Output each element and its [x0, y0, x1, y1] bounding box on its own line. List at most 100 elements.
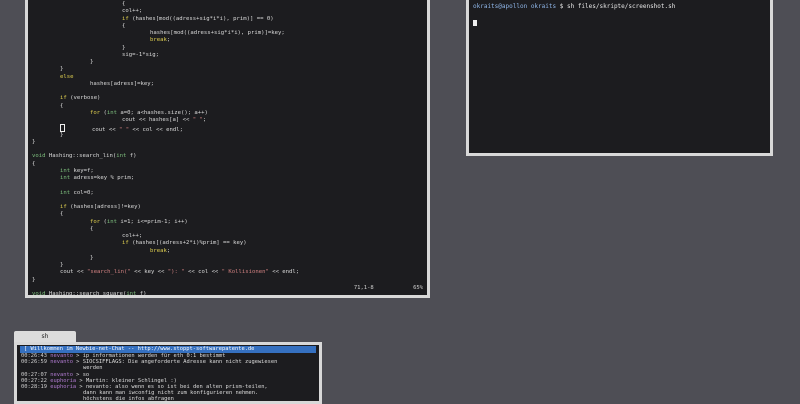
code-token: if — [60, 95, 67, 102]
terminal-command: sh files/skripte/screenshot.sh — [566, 3, 676, 10]
code-token: } — [32, 276, 36, 283]
code-line: { — [32, 23, 427, 30]
code-token: " " — [192, 117, 203, 123]
code-token: col++; — [122, 233, 143, 239]
message-text: so — [82, 371, 90, 378]
code-token: key=f; — [70, 167, 94, 174]
code-token: break — [150, 247, 167, 254]
code-line: cout << "search_lin(" << key << "): " <<… — [32, 269, 427, 276]
code-line: if (verbose) — [32, 95, 427, 102]
code-token: f) — [136, 291, 147, 297]
code-token: ; — [166, 37, 171, 44]
code-token: hashes[adress]=key; — [90, 80, 154, 87]
code-token: else — [60, 73, 74, 80]
code-area[interactable]: {col++; if (hashes[mod((adress+sig*i*i), … — [28, 0, 427, 297]
code-token: { — [32, 160, 36, 167]
code-line: hashes[mod((adress+sig*i*i), prim)]=key; — [32, 30, 427, 37]
code-token: { — [122, 22, 126, 29]
prompt-symbol: $ — [559, 3, 564, 10]
message-nick: nevanto — [50, 371, 73, 378]
code-line: if (hashes[(adress+2*i)%prim] == key) — [32, 240, 427, 247]
code-line: { — [32, 161, 427, 168]
code-token: } — [60, 262, 64, 268]
message-text: SIOCSIFFLAGS: Die angeforderte Adresse k… — [82, 359, 278, 366]
code-line: cout << " " << col << endl; — [32, 124, 427, 134]
code-line: } — [32, 59, 427, 66]
message-text: höchstens die infos abfragen — [83, 396, 174, 403]
chat-tab[interactable]: sh — [14, 331, 76, 342]
code-line: hashes[adress]=key; — [32, 81, 427, 88]
code-token: col++; — [122, 8, 143, 15]
code-token: i=1; i<=prim-1; i++) — [116, 218, 188, 225]
code-token: adress=key % prim; — [70, 175, 135, 181]
code-token: " " — [118, 127, 130, 134]
code-line: break; — [32, 37, 427, 44]
code-token: "): " — [167, 269, 185, 276]
code-token: } — [60, 66, 64, 73]
code-line: int adress=key % prim; — [32, 175, 427, 182]
code-token: } — [60, 131, 64, 138]
message-nick: euphoria — [50, 384, 77, 391]
terminal-cursor — [473, 20, 477, 26]
code-token: "search_lin(" — [86, 269, 131, 276]
code-line: void Hashing::search_square(int f) — [32, 291, 427, 297]
code-line: cout << hashes[a] << " "; — [32, 117, 427, 124]
message-text: dann kann man iwconfig nicht zum konfigu… — [83, 390, 259, 397]
code-token: (hashes[adress]!=key) — [66, 204, 141, 210]
code-line: } — [32, 255, 427, 262]
code-line: { — [32, 103, 427, 110]
code-token: { — [90, 225, 94, 232]
message-time: 00:28:19 — [21, 384, 47, 391]
code-line: void Hashing::search_lin(int f) — [32, 153, 427, 160]
code-line: { — [32, 211, 427, 218]
code-line: int col=0; — [32, 190, 427, 197]
code-token: sig=-1*sig; — [122, 51, 160, 58]
code-token: void — [32, 291, 46, 297]
code-token: << col << — [184, 269, 222, 276]
code-token: ( — [100, 218, 107, 225]
code-line: int key=f; — [32, 168, 427, 175]
chat-window[interactable]: [ Willkommen im Newbie-net-Chat -- http:… — [14, 342, 322, 404]
code-token: (hashes[mod((adress+sig*i*i), prim)] == … — [128, 15, 274, 22]
terminal-window[interactable]: okraits@apollon okraits $ sh files/skrip… — [466, 0, 773, 156]
code-token: (verbose) — [66, 95, 101, 102]
code-token: Hashing::search_lin( — [45, 153, 117, 160]
code-line: } — [32, 277, 427, 284]
code-token: col=0; — [70, 189, 94, 196]
code-token: ( — [100, 109, 107, 116]
message-text: werden — [83, 365, 103, 372]
message-time: 00:27:07 — [21, 371, 47, 378]
code-token: int — [116, 153, 127, 160]
code-line: break; — [32, 248, 427, 255]
code-line: col++; — [32, 233, 427, 240]
code-token: hashes[mod((adress+sig*i*i), prim)]=key; — [150, 30, 285, 36]
terminal-prompt-line: okraits@apollon okraits $ sh files/skrip… — [469, 0, 770, 13]
code-token: int — [106, 218, 117, 225]
message-nick: nevanto — [50, 359, 73, 366]
code-token: } — [122, 44, 126, 51]
code-line: if (hashes[adress]!=key) — [32, 204, 427, 211]
code-token: " Kollisionen" — [221, 269, 269, 276]
code-line: } — [32, 66, 427, 73]
code-token: break — [150, 37, 167, 44]
code-line: for (int i=1; i<=prim-1; i++) — [32, 219, 427, 226]
editor-window[interactable]: {col++; if (hashes[mod((adress+sig*i*i), … — [25, 0, 430, 298]
code-token: if — [122, 15, 129, 22]
code-token: int — [106, 109, 117, 116]
editor-status-bar: 71,1-8 65% — [318, 285, 423, 291]
message-time: 00:26:43 — [21, 353, 47, 359]
code-token: cout << — [92, 127, 119, 134]
code-token: for — [90, 218, 101, 225]
code-token: int — [60, 189, 71, 196]
code-token: ; — [202, 117, 207, 123]
code-line: } — [32, 262, 427, 269]
code-token: cout << hashes[a] << — [122, 117, 193, 123]
code-token: int — [126, 291, 137, 297]
message-text: nevanto: also wenn es so ist bei den alt… — [85, 384, 268, 391]
code-token: << col << endl; — [129, 127, 183, 134]
message-nick: nevanto — [50, 353, 73, 359]
chat-message: 00:26:59 nevanto > SIOCSIFFLAGS: Die ang… — [21, 359, 278, 366]
code-token: ; — [166, 247, 171, 254]
